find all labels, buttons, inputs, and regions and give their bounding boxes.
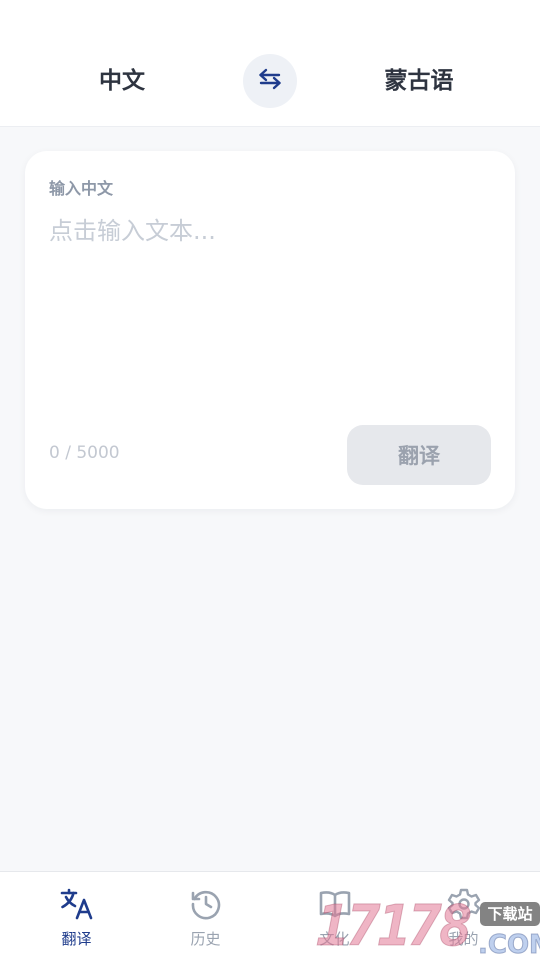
tab-translate[interactable]: 翻译 [9, 872, 144, 960]
translate-icon [57, 884, 97, 924]
swap-arrows-icon [257, 66, 283, 96]
book-icon [315, 884, 355, 924]
language-header: 中文 蒙古语 [0, 0, 540, 127]
gear-icon [444, 884, 484, 924]
target-language-selector[interactable]: 蒙古语 [359, 64, 479, 98]
input-card: 输入中文 0 / 5000 翻译 [25, 151, 515, 509]
tab-history-label: 历史 [190, 930, 221, 948]
tab-profile-label: 我的 [448, 930, 479, 948]
tab-profile[interactable]: 我的 [396, 872, 531, 960]
bottom-tab-bar: 翻译 历史 文化 我的 [0, 871, 540, 960]
app-screen: 中文 蒙古语 输入中文 0 / 5000 翻译 [0, 0, 540, 960]
input-label: 输入中文 [49, 179, 114, 198]
source-text-input[interactable] [49, 211, 489, 411]
swap-languages-button[interactable] [243, 54, 297, 108]
character-counter: 0 / 5000 [49, 443, 120, 463]
tab-translate-label: 翻译 [61, 930, 92, 948]
source-language-selector[interactable]: 中文 [62, 64, 182, 98]
tab-culture[interactable]: 文化 [267, 872, 402, 960]
translate-button[interactable]: 翻译 [347, 425, 491, 485]
tab-culture-label: 文化 [319, 930, 350, 948]
tab-history[interactable]: 历史 [138, 872, 273, 960]
history-icon [186, 884, 226, 924]
